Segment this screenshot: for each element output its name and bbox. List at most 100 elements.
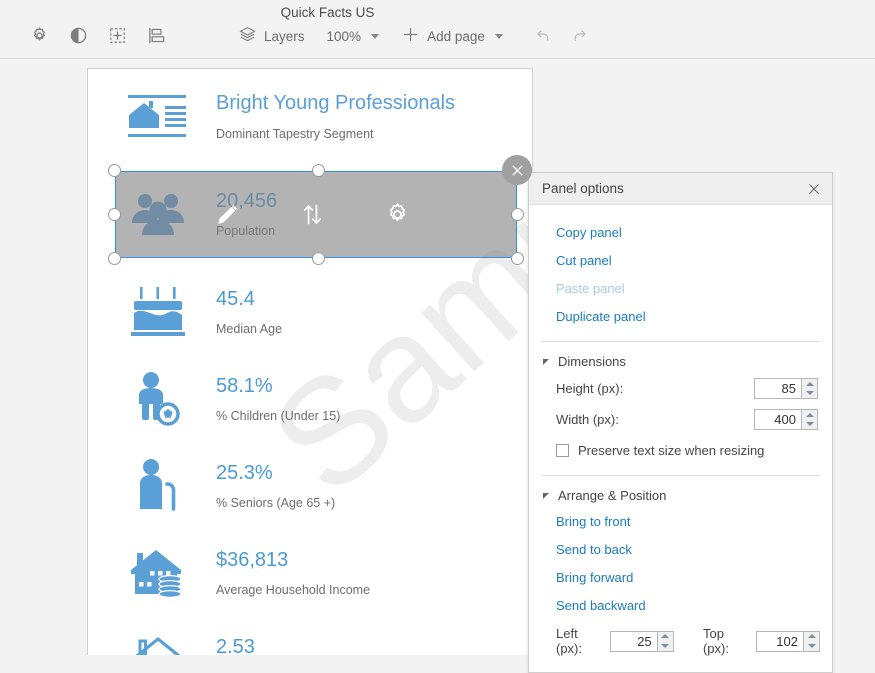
resize-handle-middle-left[interactable]: [108, 208, 121, 221]
page-header: Bright Young Professionals Dominant Tape…: [88, 91, 532, 143]
height-label: Height (px):: [556, 381, 624, 396]
fact-row[interactable]: 2.53 Average Household Size: [88, 617, 532, 655]
resize-handle-top-left[interactable]: [108, 164, 121, 177]
close-icon[interactable]: [806, 181, 822, 197]
sort-arrows-icon[interactable]: [299, 201, 326, 228]
zoom-level-dropdown[interactable]: 100%: [327, 29, 380, 44]
fact-value: 58.1%: [216, 374, 273, 397]
fact-text: 25.3% % Seniors (Age 65 +): [190, 462, 335, 510]
settings-icon[interactable]: [30, 26, 49, 45]
width-field-row: Width (px):: [529, 404, 832, 435]
dialog-divider: [541, 341, 820, 342]
crop-icon[interactable]: [108, 26, 127, 45]
send-backward-link[interactable]: Send backward: [529, 591, 832, 619]
undo-redo-group: [533, 26, 590, 46]
width-increment-button[interactable]: [802, 410, 817, 420]
send-to-back-link[interactable]: Send to back: [529, 535, 832, 563]
fact-label: % Seniors (Age 65 +): [216, 495, 336, 510]
left-label: Left (px):: [556, 626, 582, 656]
toolbar-center-group: Layers 100% Add page: [238, 25, 590, 47]
resize-handle-middle-right[interactable]: [511, 208, 524, 221]
caret-down-icon: [661, 643, 670, 648]
top-label: Top (px):: [702, 626, 729, 656]
household-people-icon: [126, 634, 190, 655]
fact-text: 45.4 Median Age: [190, 288, 282, 336]
duplicate-panel-link[interactable]: Duplicate panel: [529, 302, 832, 330]
caret-up-icon: [805, 412, 814, 417]
panel-options-dialog[interactable]: Panel options Copy panel Cut panel Paste…: [528, 172, 833, 673]
resize-handle-bottom-center[interactable]: [312, 252, 325, 265]
height-stepper-buttons[interactable]: [801, 378, 818, 399]
height-decrement-button[interactable]: [802, 389, 817, 399]
contrast-icon[interactable]: [69, 26, 88, 45]
position-fields-row: Left (px): Top (px):: [529, 619, 832, 660]
resize-handle-top-center[interactable]: [312, 164, 325, 177]
width-input[interactable]: [754, 409, 801, 430]
toolbar-left-group: [30, 26, 166, 45]
resize-handle-bottom-right[interactable]: [511, 252, 524, 265]
page-title: Bright Young Professionals: [216, 92, 456, 114]
caret-down-icon: [807, 643, 816, 648]
fact-value: 2.53: [216, 635, 255, 656]
close-circle-icon[interactable]: [502, 155, 532, 185]
fact-text: 58.1% % Children (Under 15): [190, 375, 340, 423]
redo-icon[interactable]: [570, 26, 590, 46]
cut-panel-link[interactable]: Cut panel: [529, 246, 832, 274]
zoom-level-value: 100%: [326, 28, 362, 44]
chevron-down-icon: [371, 33, 380, 39]
fact-row[interactable]: 25.3% % Seniors (Age 65 +): [88, 443, 532, 528]
dialog-title: Panel options: [542, 181, 624, 196]
preserve-text-size-checkbox[interactable]: [556, 444, 569, 457]
caret-down-icon: [805, 422, 814, 427]
width-stepper-buttons[interactable]: [801, 409, 818, 430]
fact-label: % Children (Under 15): [216, 408, 341, 423]
selected-panel[interactable]: [108, 155, 532, 265]
caret-up-icon: [661, 634, 670, 639]
caret-down-icon: [805, 391, 814, 396]
height-field-row: Height (px):: [529, 373, 832, 404]
preserve-text-size-label: Preserve text size when resizing: [578, 443, 765, 458]
fact-row[interactable]: 45.4 Median Age: [88, 269, 532, 354]
top-decrement-button[interactable]: [804, 641, 819, 651]
plus-icon: [401, 25, 420, 47]
width-stepper[interactable]: [754, 409, 818, 430]
left-stepper-buttons[interactable]: [656, 630, 674, 652]
top-input[interactable]: [756, 630, 803, 652]
height-input[interactable]: [754, 378, 801, 399]
add-page-button[interactable]: Add page: [401, 25, 503, 47]
dimensions-section-header[interactable]: Dimensions: [529, 350, 832, 373]
gear-icon[interactable]: [384, 201, 411, 228]
house-money-icon: [126, 546, 190, 600]
height-stepper[interactable]: [754, 378, 818, 399]
top-increment-button[interactable]: [804, 632, 819, 642]
align-icon[interactable]: [147, 26, 166, 45]
infographic-page[interactable]: Sample Bright Young Professionals Domina…: [87, 68, 533, 655]
undo-icon[interactable]: [533, 26, 553, 46]
collapse-triangle-icon: [543, 358, 549, 365]
top-stepper[interactable]: [756, 630, 820, 652]
left-increment-button[interactable]: [658, 632, 673, 642]
panel-action-bar: [115, 171, 517, 258]
top-stepper-buttons[interactable]: [803, 630, 820, 652]
left-decrement-button[interactable]: [658, 641, 673, 651]
bring-forward-link[interactable]: Bring forward: [529, 563, 832, 591]
caret-up-icon: [805, 381, 814, 386]
copy-panel-link[interactable]: Copy panel: [529, 218, 832, 246]
pencil-icon[interactable]: [213, 201, 241, 229]
bring-to-front-link[interactable]: Bring to front: [529, 507, 832, 535]
width-label: Width (px):: [556, 412, 619, 427]
preserve-text-size-row[interactable]: Preserve text size when resizing: [529, 435, 832, 464]
height-increment-button[interactable]: [802, 379, 817, 389]
width-decrement-button[interactable]: [802, 420, 817, 430]
layers-button[interactable]: Layers: [238, 25, 305, 47]
fact-row[interactable]: 58.1% % Children (Under 15): [88, 356, 532, 441]
fact-value: $36,813: [216, 548, 289, 571]
layers-icon: [238, 25, 257, 47]
left-stepper[interactable]: [609, 630, 674, 652]
arrange-section-header[interactable]: Arrange & Position: [529, 484, 832, 507]
layers-label: Layers: [264, 28, 305, 44]
left-input[interactable]: [609, 630, 657, 652]
resize-handle-bottom-left[interactable]: [108, 252, 121, 265]
top-toolbar: Quick Facts US Layers 100% Add page: [0, 0, 875, 59]
fact-row[interactable]: $36,813 Average Household Income: [88, 530, 532, 615]
